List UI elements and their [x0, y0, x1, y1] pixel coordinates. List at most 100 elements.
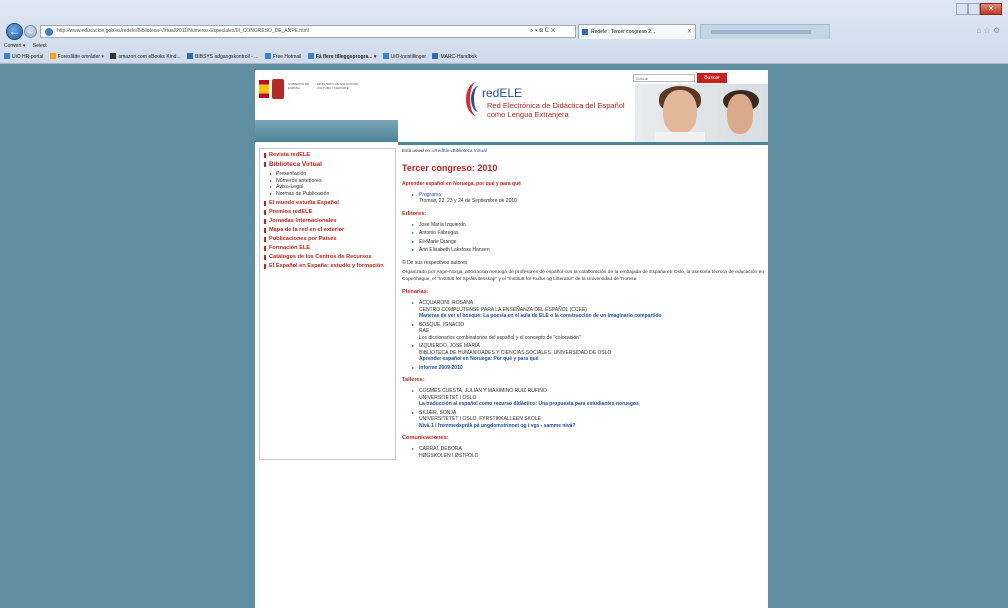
- close-window-button[interactable]: ✕: [980, 3, 1002, 15]
- spain-flag-icon: [259, 80, 269, 98]
- select-button[interactable]: Select: [33, 43, 47, 49]
- list-item: IZQUIERDO, JOSÉ MARÍA BIBLIOTECA DE HUMA…: [412, 343, 764, 363]
- tab-redele[interactable]: Redele : Tercer congreso 2... ✕: [578, 24, 696, 39]
- breadcrumb-prefix: Está usted en:: [402, 148, 432, 153]
- favorite-link[interactable]: MARC-Handbok: [432, 53, 477, 60]
- list-item: CARRAI, DEBORA HØGSKOLEN I ØSTFOLD: [412, 446, 764, 459]
- sidebar-item-mundo-estudia[interactable]: El mundo estudia Español: [264, 200, 391, 207]
- author-institution: CENTRO COMPLUTENSE PARA LA ENSEÑANZA DEL…: [419, 306, 587, 313]
- government-logos[interactable]: GOBIERNO DE ESPAÑA MINISTERIO DE EDUCACI…: [255, 70, 395, 112]
- site-header: GOBIERNO DE ESPAÑA MINISTERIO DE EDUCACI…: [255, 70, 768, 145]
- author-institution: UNIVERSITETET I OSLO, FYRSTIKKALLEEN SKO…: [419, 416, 541, 422]
- sidebar-subitem-normas[interactable]: Normas de Publicación: [264, 191, 391, 198]
- web-page: GOBIERNO DE ESPAÑA MINISTERIO DE EDUCACI…: [255, 70, 768, 608]
- header-photo: [635, 84, 768, 144]
- list-item: Ann Elisabeth Laksfoss Hansen: [412, 247, 764, 254]
- author-institution: RAE: [419, 328, 430, 334]
- main-content: Está usted en: RedEle Biblioteca Virtual…: [402, 148, 764, 608]
- list-item: BOSQUE, IGNACIO RAE Los diccionarios com…: [412, 322, 764, 342]
- favicon-icon: [582, 29, 588, 35]
- convert-button[interactable]: Convert ▾: [4, 43, 25, 49]
- paper-link[interactable]: La traducción al español como recurso di…: [419, 401, 639, 407]
- list-item: SKJÆR, SONJA UNIVERSITETET I OSLO, FYRST…: [412, 410, 764, 430]
- talleres-heading: Talleres:: [402, 377, 425, 383]
- header-band: [255, 120, 398, 142]
- author-name: ACQUARONI, ROSANA: [419, 300, 474, 306]
- tab-inactive-title: [711, 30, 811, 34]
- header-rule: [398, 142, 768, 145]
- address-bar[interactable]: http://www.educacion.gob.es/redele/Bibli…: [40, 25, 576, 38]
- list-item: Antonio Fábregas: [412, 230, 764, 237]
- sidebar-item-premios[interactable]: Premios redELE: [264, 209, 391, 216]
- site-brand[interactable]: redELE: [482, 86, 522, 100]
- command-bar: Convert ▾ Select: [0, 41, 200, 51]
- plenarias-list: ACQUARONI, ROSANA CENTRO COMPLUTENSE PAR…: [402, 300, 764, 371]
- favorite-link[interactable]: amazon.com eBooks Kind...: [110, 53, 181, 60]
- informe-link[interactable]: Informe 2009-2010: [419, 365, 463, 371]
- search-input[interactable]: [633, 74, 695, 82]
- minimize-button[interactable]: [956, 3, 968, 15]
- paper-link[interactable]: Nivå 1 i fremmedspråk på ungdomstrinnet …: [419, 423, 575, 429]
- author-name: IZQUIERDO, JOSÉ MARÍA: [419, 343, 480, 349]
- author-institution: BIBLIOTECA DE HUMANIDADES Y CIENCIAS SOC…: [419, 349, 612, 356]
- paper-title: Los diccionarios combinatorios del españ…: [419, 334, 581, 341]
- paper-link[interactable]: Maneras de ver el bosque: La poesía en e…: [419, 313, 662, 319]
- browser-chrome: ✕ ← → http://www.educacion.gob.es/redele…: [0, 0, 1008, 64]
- coat-of-arms-icon: [272, 79, 284, 99]
- talleres-list: COSMES CUESTA, JULIÁN Y MAXIMINO RUIZ RU…: [402, 388, 764, 429]
- paper-link[interactable]: Aprender español en Noruega: Por qué y p…: [419, 356, 538, 362]
- search-button[interactable]: Buscar: [697, 73, 727, 83]
- tab-inactive[interactable]: [700, 24, 830, 39]
- sidebar-item-espanol-en-espana[interactable]: El Español en España: estudio y formació…: [264, 263, 391, 270]
- sidebar-item-publicaciones[interactable]: Publicaciones por Países: [264, 236, 391, 243]
- maximize-button[interactable]: [968, 3, 980, 15]
- list-item: Programa Tromsø, 22, 23 y 24 de Septiemb…: [412, 192, 764, 205]
- tab-title: Redele : Tercer congreso 2...: [591, 29, 656, 35]
- tab-close-icon[interactable]: ✕: [687, 25, 692, 39]
- breadcrumb-link-redele[interactable]: RedEle: [433, 148, 450, 153]
- list-item: Informe 2009-2010: [412, 365, 764, 372]
- breadcrumb-link-biblioteca[interactable]: Biblioteca Virtual: [451, 148, 487, 153]
- sidebar-item-formacion[interactable]: Formación ELE: [264, 245, 391, 252]
- author-name: CARRAI, DEBORA: [419, 446, 462, 452]
- sidebar-item-jornadas[interactable]: Jornadas Internacionales: [264, 218, 391, 225]
- sidebar-submenu: Presentación Números anteriores Aviso-Le…: [264, 171, 391, 197]
- comunicaciones-heading: Comunicaciones:: [402, 435, 449, 441]
- copyright-note: © De sus respectivos autores: [402, 259, 468, 266]
- editores-list: José María Izquierdo Antonio Fábregas El…: [402, 222, 764, 254]
- favorite-link[interactable]: UiO-innstillinger: [382, 53, 426, 60]
- favorites-bar: UiO HR-portal Foreslåtte områder ▾ amazo…: [0, 52, 1008, 63]
- plenarias-heading: Plenarias:: [402, 289, 429, 295]
- favorite-link[interactable]: BIBSYS adgangskontroll - ...: [186, 53, 258, 60]
- programa-list: Programa Tromsø, 22, 23 y 24 de Septiemb…: [402, 192, 764, 205]
- author-name: SKJÆR, SONJA: [419, 409, 457, 416]
- sidebar-nav: Revista redELE Biblioteca Virtual Presen…: [259, 148, 396, 460]
- author-name: COSMES CUESTA, JULIÁN Y MAXIMINO RUIZ RU…: [419, 388, 547, 394]
- author-institution: UNIVERSITETET I OSLO: [419, 394, 477, 401]
- list-item: Eli-Marie Drange: [412, 239, 764, 246]
- favorite-link[interactable]: UiO HR-portal: [4, 53, 43, 60]
- site-tagline: Red Electrónica de Didáctica del Español…: [487, 101, 625, 119]
- address-tools[interactable]: ⌕ ▾ ⊠ C ✕: [530, 25, 555, 38]
- programa-link[interactable]: Programa: [419, 192, 441, 198]
- organizer-paragraph: Organizado por Anpe-Norga, asociación no…: [402, 270, 764, 282]
- sidebar-item-revista[interactable]: Revista redELE: [264, 152, 391, 159]
- list-item: ACQUARONI, ROSANA CENTRO COMPLUTENSE PAR…: [412, 300, 764, 320]
- favorite-link[interactable]: Foreslåtte områder ▾: [49, 53, 104, 60]
- forward-button[interactable]: →: [24, 25, 37, 38]
- editores-heading: Editores:: [402, 210, 427, 217]
- window-controls: ✕: [956, 3, 1002, 15]
- sidebar-item-catalogos[interactable]: Catálogos de los Centros de Recursos: [264, 254, 391, 261]
- toolbar-icons[interactable]: ⌂ ☆ ⚙: [976, 26, 1000, 35]
- back-arrow-icon: ←: [8, 24, 21, 38]
- page-title: Tercer congreso: 2010: [402, 162, 498, 173]
- favorite-link[interactable]: Free Hotmail: [264, 53, 301, 60]
- breadcrumb: Está usted en: RedEle Biblioteca Virtual: [402, 148, 764, 155]
- forward-arrow-icon: →: [26, 26, 35, 36]
- sidebar-item-mapa[interactable]: Mapa de la red en el exterior: [264, 227, 391, 234]
- gobierno-label: GOBIERNO DE ESPAÑA: [288, 82, 310, 90]
- favorite-link[interactable]: Få flere tilleggsprogra... ▾: [307, 53, 376, 60]
- sidebar-item-biblioteca-virtual[interactable]: Biblioteca Virtual: [264, 161, 391, 169]
- back-button[interactable]: ←: [6, 23, 23, 40]
- comunicaciones-list: CARRAI, DEBORA HØGSKOLEN I ØSTFOLD: [402, 446, 764, 459]
